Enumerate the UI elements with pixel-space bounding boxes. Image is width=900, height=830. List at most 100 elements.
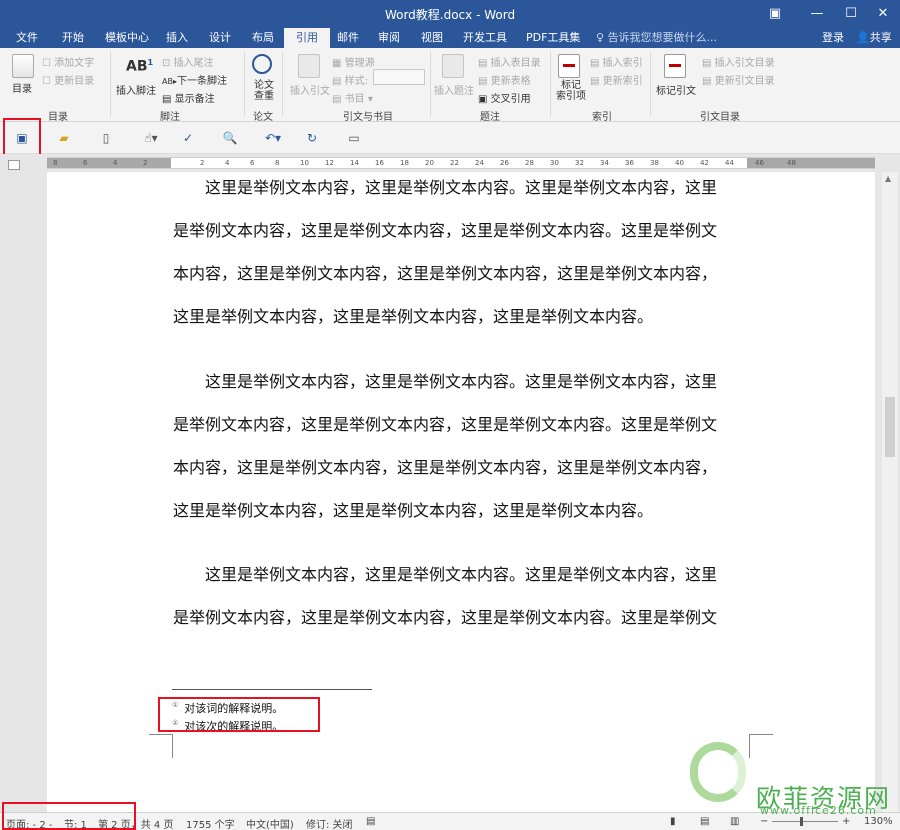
insert-caption-button[interactable]: 插入题注 [434, 82, 474, 97]
read-mode-icon[interactable]: ▮ [670, 816, 676, 827]
show-notes-button[interactable]: ▤ 显示备注 [162, 90, 215, 105]
text-line: 这里是举例文本内容，这里是举例文本内容，这里是举例文本内容。 [173, 501, 654, 520]
print-layout-icon[interactable]: ▤ [700, 816, 709, 827]
group-separator [244, 52, 245, 116]
mark-entry-button[interactable]: 标记 索引项 [556, 80, 586, 102]
zoom-level[interactable]: 130% [864, 816, 893, 827]
tab-layout[interactable]: 布局 [246, 28, 280, 48]
watermark-logo [690, 742, 746, 802]
chevron-down-icon: ▾ [364, 94, 373, 105]
tab-design[interactable]: 设计 [203, 28, 237, 48]
ribbon-display-options-button[interactable]: ▣ [758, 0, 792, 28]
zoom-out-icon[interactable]: − [760, 816, 768, 827]
ribbon-tabs: 文件 开始 模板中心 插入 设计 布局 引用 邮件 审阅 视图 开发工具 PDF… [0, 28, 900, 48]
scroll-up-icon[interactable]: ▲ [885, 174, 891, 183]
insert-table-of-figures-button[interactable]: ▤ 插入表目录 [478, 54, 541, 69]
group-label-index: 索引 [592, 112, 612, 123]
status-track-changes[interactable]: 修订: 关闭 [306, 816, 353, 830]
undo-icon[interactable]: ↶▾ [260, 130, 286, 146]
zoom-slider-thumb[interactable] [800, 817, 803, 826]
style-dropdown[interactable] [373, 69, 425, 85]
login-button[interactable]: 登录 [822, 28, 844, 48]
scrollbar-thumb[interactable] [885, 397, 895, 457]
zoom-slider[interactable] [772, 821, 838, 822]
tab-mailings[interactable]: 邮件 [331, 28, 365, 48]
group-separator [550, 52, 551, 116]
insert-index-icon: ▤ [590, 58, 603, 69]
show-notes-icon: ▤ [162, 94, 175, 105]
update-table-button[interactable]: ▤ 更新表格 [478, 72, 531, 87]
next-footnote-button[interactable]: AB▸下一条脚注 [162, 72, 227, 87]
tab-home[interactable]: 开始 [56, 28, 90, 48]
share-label: 共享 [869, 31, 892, 44]
update-toc-button[interactable]: ☐ 更新目录 [42, 72, 94, 87]
open-folder-icon[interactable]: ▰ [56, 130, 72, 146]
tab-review[interactable]: 审阅 [372, 28, 406, 48]
text-line: 这里是举例文本内容，这里是举例文本内容。这里是举例文本内容，这里 [173, 372, 718, 391]
redo-icon[interactable]: ↻ [304, 130, 320, 146]
tab-pdf-tools[interactable]: PDF工具集 [520, 28, 586, 48]
manage-sources-button[interactable]: ▦ 管理源 [332, 54, 375, 69]
insert-footnote-button[interactable]: 插入脚注 [116, 82, 156, 97]
vertical-scrollbar[interactable]: ▲ [882, 172, 898, 812]
tab-selector-icon[interactable] [8, 160, 20, 170]
tab-view[interactable]: 视图 [415, 28, 449, 48]
next-footnote-icon: AB▸ [162, 77, 177, 86]
window-icon[interactable]: ▭ [346, 130, 362, 146]
update-table-of-authorities-button[interactable]: ▤ 更新引文目录 [702, 72, 775, 87]
ruler-tick: 46 [755, 159, 764, 167]
add-text-button[interactable]: ☐ 添加文字 [42, 54, 94, 69]
insert-citation-button[interactable]: 插入引文 [290, 82, 330, 97]
tell-me-box[interactable]: ♀ 告诉我您想要做什么... [596, 28, 717, 48]
tab-references[interactable]: 引用 [284, 28, 330, 48]
crop-mark-left [149, 734, 173, 758]
insert-table-of-authorities-button[interactable]: ▤ 插入引文目录 [702, 54, 775, 69]
tab-file[interactable]: 文件 [10, 28, 44, 48]
ruler-tick: 4 [113, 159, 118, 167]
group-label-captions: 题注 [480, 112, 500, 123]
bibliography-button[interactable]: ▤ 书目 ▾ [332, 90, 373, 105]
update-toc-label: 更新目录 [54, 76, 95, 87]
status-language[interactable]: 中文(中国) [246, 816, 294, 830]
text-line: 这里是举例文本内容，这里是举例文本内容，这里是举例文本内容。 [173, 307, 654, 326]
status-word-count[interactable]: 1755 个字 [186, 816, 235, 830]
mark-citation-button[interactable]: 标记引文 [656, 82, 696, 97]
text-line: 这里是举例文本内容，这里是举例文本内容。这里是举例文本内容，这里 [173, 178, 718, 197]
update-index-button[interactable]: ▤ 更新索引 [590, 72, 643, 87]
status-highlight-box [2, 802, 136, 830]
watermark-url: www.office26.com [760, 804, 877, 817]
web-layout-icon[interactable]: ▥ [730, 816, 739, 827]
person-icon: 👤 [856, 31, 870, 44]
tab-insert[interactable]: 插入 [160, 28, 194, 48]
touch-mode-icon[interactable]: ☝▾ [138, 130, 164, 146]
new-doc-icon[interactable]: ▯ [98, 130, 114, 146]
insert-endnote-label: 插入尾注 [173, 58, 214, 69]
group-label-citations: 引文与书目 [343, 112, 393, 123]
close-button[interactable]: ✕ [866, 0, 900, 28]
toc-button[interactable]: 目录 [12, 80, 32, 95]
group-label-toc: 目录 [48, 112, 68, 123]
tab-developer[interactable]: 开发工具 [457, 28, 513, 48]
footnote-separator [172, 689, 372, 690]
text-line: 是举例文本内容，这里是举例文本内容，这里是举例文本内容。这里是举例文 [173, 221, 718, 240]
minimize-button[interactable]: — [800, 0, 834, 28]
tab-template-center[interactable]: 模板中心 [99, 28, 155, 48]
ruler-tick: 48 [787, 159, 796, 167]
spelling-icon[interactable]: ✓ [180, 130, 196, 146]
insert-endnote-button[interactable]: ⊡ 插入尾注 [162, 54, 214, 69]
print-preview-icon[interactable]: 🔍 [222, 130, 238, 146]
insert-index-label: 插入索引 [602, 58, 643, 69]
zoom-in-icon[interactable]: + [842, 816, 850, 827]
update-table-of-authorities-label: 更新引文目录 [714, 76, 775, 87]
plagiarism-check-button[interactable]: 论文 查重 [254, 80, 274, 102]
quick-access-toolbar: ▣ ▰ ▯ ☝▾ ✓ 🔍 ↶▾ ↻ ▭ [0, 122, 900, 154]
maximize-button[interactable]: ☐ [834, 0, 868, 28]
update-authorities-icon: ▤ [702, 76, 715, 87]
insert-index-button[interactable]: ▤ 插入索引 [590, 54, 643, 69]
share-button[interactable]: 👤共享 [852, 28, 892, 48]
paragraph: 这里是举例文本内容，这里是举例文本内容。这里是举例文本内容，这里 是举例文本内容… [173, 360, 743, 532]
ruler-tick: 2 [143, 159, 148, 167]
text-line: 本内容，这里是举例文本内容，这里是举例文本内容，这里是举例文本内容， [173, 458, 718, 477]
macro-record-icon[interactable]: ▤ [366, 816, 375, 827]
cross-reference-button[interactable]: ▣ 交叉引用 [478, 90, 531, 105]
